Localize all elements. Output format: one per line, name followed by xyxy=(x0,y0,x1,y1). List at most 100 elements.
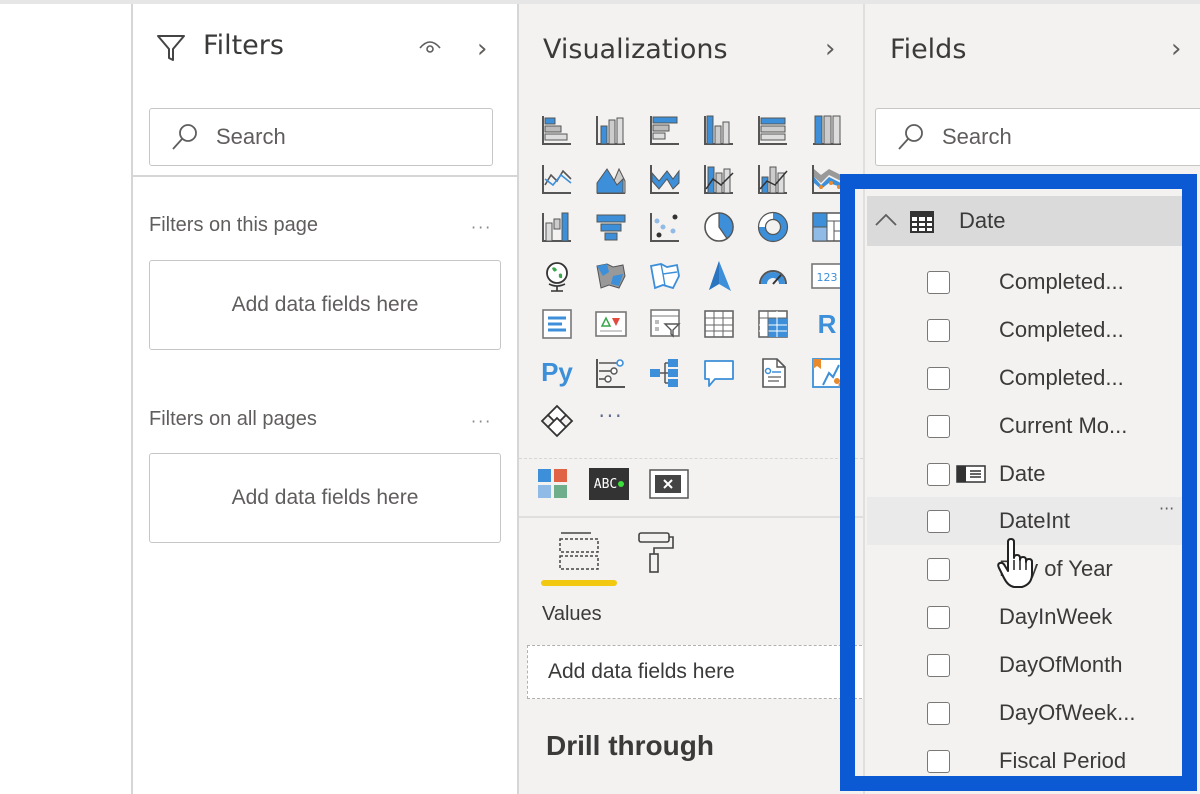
azure-map-icon[interactable] xyxy=(697,254,741,298)
table-icon[interactable] xyxy=(697,302,741,346)
field-item[interactable]: Current Mo... xyxy=(867,402,1185,450)
visualizations-title: Visualizations xyxy=(543,34,728,65)
filter-icon xyxy=(157,35,185,61)
stacked-bar-chart-icon[interactable] xyxy=(535,108,579,152)
collapse-fields-chevron-icon[interactable]: › xyxy=(1171,34,1181,64)
values-label: Values xyxy=(542,603,602,625)
gauge-icon[interactable] xyxy=(751,254,795,298)
area-chart-icon[interactable] xyxy=(589,157,633,201)
funnel-icon[interactable] xyxy=(589,205,633,249)
fields-tab[interactable] xyxy=(557,530,603,576)
field-item[interactable]: Completed... xyxy=(867,354,1185,402)
donut-chart-icon[interactable] xyxy=(751,205,795,249)
python-visual-icon[interactable]: Py xyxy=(535,351,579,395)
kpi-icon[interactable] xyxy=(589,302,633,346)
filters-search-placeholder: Search xyxy=(216,124,286,149)
fields-search-input[interactable]: Search xyxy=(875,108,1200,166)
eye-icon[interactable] xyxy=(417,36,443,58)
field-checkbox[interactable] xyxy=(927,462,950,486)
this-page-drop-zone[interactable]: Add data fields here xyxy=(149,260,501,350)
field-item-hierarchy[interactable]: Date xyxy=(867,450,1185,498)
custom-visual-tiles-icon[interactable] xyxy=(537,468,569,500)
field-checkbox[interactable] xyxy=(927,749,950,773)
field-checkbox[interactable] xyxy=(927,557,950,581)
qa-icon[interactable] xyxy=(697,351,741,395)
field-checkbox[interactable] xyxy=(927,605,950,629)
field-item[interactable]: DayOfWeek... xyxy=(867,689,1185,737)
clustered-bar-chart-icon[interactable] xyxy=(643,108,687,152)
custom-visual-close-icon[interactable] xyxy=(649,469,689,499)
more-visuals-label: ··· xyxy=(598,404,624,428)
paginated-report-icon[interactable] xyxy=(805,351,849,395)
field-item[interactable]: Fiscal Period xyxy=(867,737,1185,785)
hierarchy-icon xyxy=(956,465,986,483)
r-label: R xyxy=(817,308,837,339)
100-stacked-bar-chart-icon[interactable] xyxy=(751,108,795,152)
py-label: Py xyxy=(541,357,573,387)
custom-visuals-row: ABC xyxy=(537,468,689,500)
field-name: Date xyxy=(999,461,1046,486)
map-icon[interactable] xyxy=(535,254,579,298)
slicer-icon[interactable] xyxy=(643,302,687,346)
drill-through-title: Drill through xyxy=(546,730,714,761)
filters-on-all-pages-label: Filters on all pages xyxy=(149,408,317,430)
this-page-more-options[interactable]: ··· xyxy=(471,218,492,237)
field-checkbox[interactable] xyxy=(927,701,950,725)
shape-map-icon[interactable] xyxy=(643,254,687,298)
scatter-chart-icon[interactable] xyxy=(643,205,687,249)
collapse-filters-chevron-icon[interactable]: › xyxy=(477,34,487,64)
treemap-icon[interactable] xyxy=(805,205,849,249)
date-table-header[interactable]: Date xyxy=(867,196,1185,246)
pie-chart-icon[interactable] xyxy=(697,205,741,249)
stacked-area-chart-icon[interactable] xyxy=(643,157,687,201)
stacked-column-chart-icon[interactable] xyxy=(589,108,633,152)
report-canvas[interactable] xyxy=(0,4,132,794)
field-name: DayOfWeek... xyxy=(999,700,1136,725)
custom-visual-text-icon[interactable]: ABC xyxy=(589,468,629,500)
multi-row-card-icon[interactable] xyxy=(535,302,579,346)
field-checkbox[interactable] xyxy=(927,366,950,390)
more-visuals-icon[interactable]: ··· xyxy=(589,399,633,443)
collapse-chevron-up-icon[interactable] xyxy=(873,212,899,228)
filled-map-icon[interactable] xyxy=(589,254,633,298)
field-checkbox[interactable] xyxy=(927,270,950,294)
decomposition-tree-icon[interactable] xyxy=(643,351,687,395)
line-and-clustered-column-icon[interactable] xyxy=(751,157,795,201)
all-pages-drop-zone[interactable]: Add data fields here xyxy=(149,453,501,543)
100-stacked-column-chart-icon[interactable] xyxy=(805,108,849,152)
smart-narrative-icon[interactable] xyxy=(751,351,795,395)
format-tab[interactable] xyxy=(637,530,677,576)
search-icon xyxy=(172,124,197,150)
field-name: Completed... xyxy=(999,269,1124,294)
field-name: DayOfMonth xyxy=(999,652,1123,677)
collapse-visualizations-chevron-icon[interactable]: › xyxy=(825,34,835,64)
visuals-divider xyxy=(519,458,863,459)
filters-search-input[interactable]: Search xyxy=(149,108,493,166)
values-drop-zone[interactable]: Add data fields here xyxy=(527,645,867,699)
field-checkbox[interactable] xyxy=(927,414,950,438)
field-item[interactable]: Completed... xyxy=(867,306,1185,354)
ribbon-chart-icon[interactable] xyxy=(805,157,849,201)
svg-text:123: 123 xyxy=(817,271,838,284)
field-item[interactable]: DayOfMonth xyxy=(867,641,1185,689)
clustered-column-chart-icon[interactable] xyxy=(697,108,741,152)
card-icon[interactable]: 123 xyxy=(805,254,849,298)
field-checkbox[interactable] xyxy=(927,509,950,533)
line-and-stacked-column-icon[interactable] xyxy=(697,157,741,201)
all-pages-more-options[interactable]: ··· xyxy=(471,412,492,431)
field-checkbox[interactable] xyxy=(927,318,950,342)
matrix-icon[interactable] xyxy=(751,302,795,346)
power-apps-icon[interactable] xyxy=(535,399,579,443)
waterfall-chart-icon[interactable] xyxy=(535,205,579,249)
r-script-visual-icon[interactable]: R xyxy=(805,302,849,346)
filters-pane: Filters › Search Filters on this page ··… xyxy=(133,4,517,794)
field-more-options[interactable]: ··· xyxy=(1159,499,1174,518)
active-tab-indicator xyxy=(541,580,617,586)
visualizations-pane: Visualizations › 123 R Py ··· ABC Values… xyxy=(519,4,867,794)
field-checkbox[interactable] xyxy=(927,653,950,677)
key-influencers-icon[interactable] xyxy=(589,351,633,395)
field-item[interactable]: Completed... xyxy=(867,258,1185,306)
line-chart-icon[interactable] xyxy=(535,157,579,201)
field-item[interactable]: DayInWeek xyxy=(867,593,1185,641)
filters-on-this-page-label: Filters on this page xyxy=(149,214,318,236)
